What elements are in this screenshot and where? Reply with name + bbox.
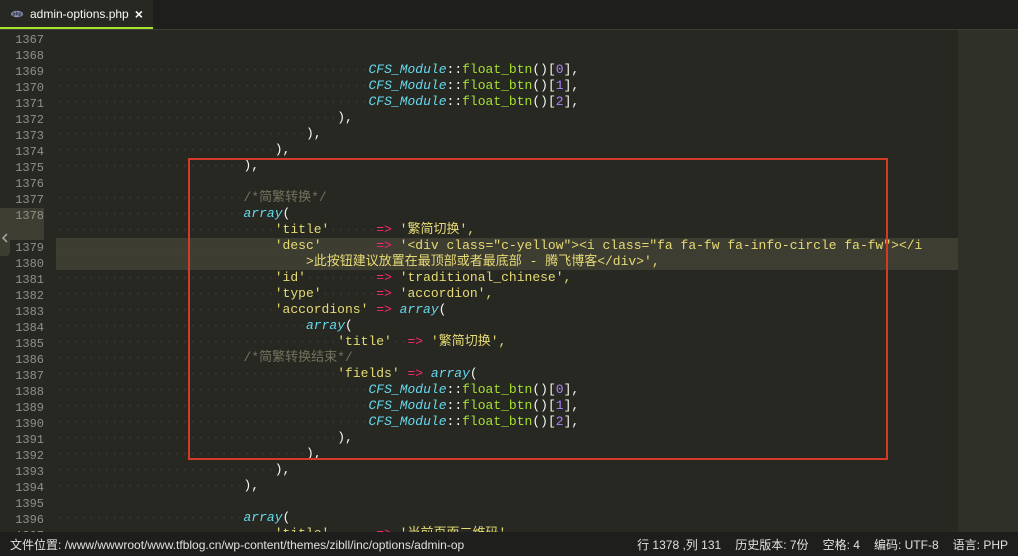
code-line[interactable]: ························/*简繁转换*/ xyxy=(56,190,958,206)
code-line[interactable]: ····························'accordions'… xyxy=(56,302,958,318)
line-number: 1376 xyxy=(0,176,44,192)
line-number: 1382 xyxy=(0,288,44,304)
code-content[interactable]: ········································… xyxy=(56,30,958,532)
code-line[interactable]: ························), xyxy=(56,158,958,174)
line-number: 1387 xyxy=(0,368,44,384)
line-number: 1392 xyxy=(0,448,44,464)
code-line[interactable]: ····························'id'········… xyxy=(56,270,958,286)
code-line[interactable]: ························array( xyxy=(56,510,958,526)
status-language[interactable]: 语言: PHP xyxy=(953,536,1008,553)
code-line[interactable]: ································array( xyxy=(56,318,958,334)
line-number: 1391 xyxy=(0,432,44,448)
code-line[interactable] xyxy=(56,494,958,510)
code-line[interactable]: ····································'tit… xyxy=(56,334,958,350)
line-number: 1371 xyxy=(0,96,44,112)
code-line[interactable]: ································>此按钮建议放置… xyxy=(56,254,958,270)
code-line[interactable]: ········································… xyxy=(56,78,958,94)
code-line[interactable]: ····························'title'·····… xyxy=(56,222,958,238)
code-line[interactable]: ········································… xyxy=(56,398,958,414)
editor-area: 1367136813691370137113721373137413751376… xyxy=(0,30,1018,532)
panel-collapse-handle[interactable] xyxy=(0,220,10,256)
line-number: 1373 xyxy=(0,128,44,144)
line-number: 1390 xyxy=(0,416,44,432)
line-number: 1394 xyxy=(0,480,44,496)
status-encoding[interactable]: 编码: UTF-8 xyxy=(874,536,939,553)
code-line[interactable]: ········································… xyxy=(56,62,958,78)
line-number: 1380 xyxy=(0,256,44,272)
code-line[interactable]: ························array( xyxy=(56,206,958,222)
code-line[interactable]: ····························'type'······… xyxy=(56,286,958,302)
line-number: 1367 xyxy=(0,32,44,48)
status-bar: 文件位置: /www/wwwroot/www.tfblog.cn/wp-cont… xyxy=(0,532,1018,556)
line-number: 1385 xyxy=(0,336,44,352)
code-line[interactable]: ························), xyxy=(56,478,958,494)
code-line[interactable] xyxy=(56,174,958,190)
line-number: 1383 xyxy=(0,304,44,320)
line-number: 1381 xyxy=(0,272,44,288)
tab-active[interactable]: php admin-options.php × xyxy=(0,0,153,29)
line-number: 1393 xyxy=(0,464,44,480)
status-history[interactable]: 历史版本: 7份 xyxy=(735,536,808,553)
line-number: 1372 xyxy=(0,112,44,128)
line-number: 1384 xyxy=(0,320,44,336)
line-number: 1370 xyxy=(0,80,44,96)
code-line[interactable]: ····································), xyxy=(56,430,958,446)
line-number: 1368 xyxy=(0,48,44,64)
code-line[interactable]: ········································… xyxy=(56,382,958,398)
status-spaces[interactable]: 空格: 4 xyxy=(823,536,860,553)
line-number-gutter: 1367136813691370137113721373137413751376… xyxy=(0,30,56,532)
php-file-icon: php xyxy=(10,7,24,21)
line-number: 1395 xyxy=(0,496,44,512)
svg-text:php: php xyxy=(12,11,21,17)
line-number: 1389 xyxy=(0,400,44,416)
line-number: 1369 xyxy=(0,64,44,80)
status-line-col[interactable]: 行 1378 ,列 131 xyxy=(637,536,721,553)
tab-close-icon[interactable]: × xyxy=(135,6,143,22)
code-line[interactable]: ································), xyxy=(56,446,958,462)
code-line[interactable]: ········································… xyxy=(56,94,958,110)
status-path[interactable]: 文件位置: /www/wwwroot/www.tfblog.cn/wp-cont… xyxy=(10,536,464,553)
tab-bar: php admin-options.php × xyxy=(0,0,1018,30)
code-line[interactable]: ····································'fie… xyxy=(56,366,958,382)
code-line[interactable]: ································), xyxy=(56,126,958,142)
code-line[interactable]: ····························), xyxy=(56,142,958,158)
line-number: 1375 xyxy=(0,160,44,176)
code-line[interactable]: ························/*简繁转换结束*/ xyxy=(56,350,958,366)
code-line[interactable]: ········································… xyxy=(56,414,958,430)
line-number: 1374 xyxy=(0,144,44,160)
line-number: 1388 xyxy=(0,384,44,400)
code-line[interactable]: ····························), xyxy=(56,462,958,478)
code-line[interactable]: ····························'desc'······… xyxy=(56,238,958,254)
line-number: 1377 xyxy=(0,192,44,208)
code-line[interactable]: ····································), xyxy=(56,110,958,126)
minimap[interactable] xyxy=(958,30,1018,532)
tab-filename: admin-options.php xyxy=(30,7,129,21)
line-number: 1396 xyxy=(0,512,44,528)
line-number: 1386 xyxy=(0,352,44,368)
